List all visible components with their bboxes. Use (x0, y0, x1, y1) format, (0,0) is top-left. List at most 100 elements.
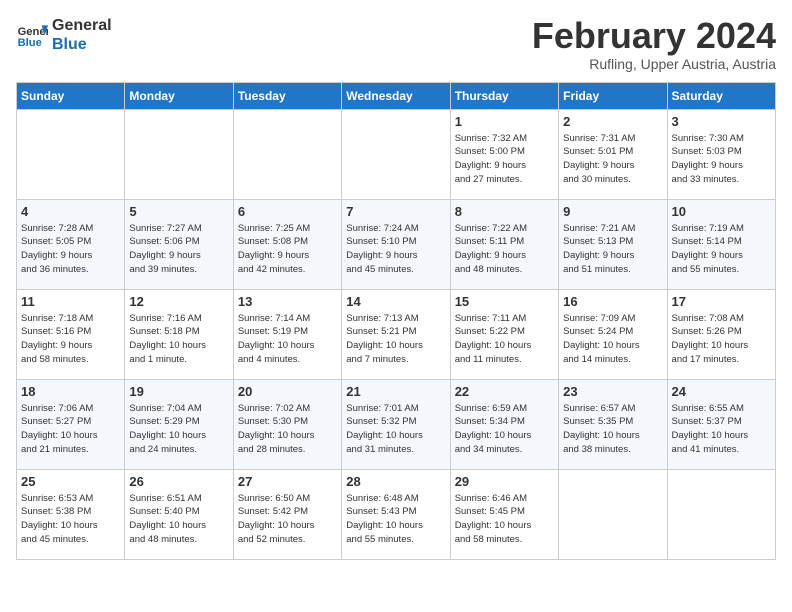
day-number: 18 (21, 384, 120, 399)
day-number: 29 (455, 474, 554, 489)
day-info: Sunrise: 7:11 AM Sunset: 5:22 PM Dayligh… (455, 312, 554, 367)
calendar-cell: 3 Sunrise: 7:30 AM Sunset: 5:03 PM Daylig… (667, 109, 775, 199)
calendar-cell: 17 Sunrise: 7:08 AM Sunset: 5:26 PM Dayli… (667, 289, 775, 379)
day-number: 17 (672, 294, 771, 309)
day-info: Sunrise: 7:02 AM Sunset: 5:30 PM Dayligh… (238, 402, 337, 457)
weekday-header-thursday: Thursday (450, 82, 558, 109)
day-info: Sunrise: 7:18 AM Sunset: 5:16 PM Dayligh… (21, 312, 120, 367)
day-info: Sunrise: 6:46 AM Sunset: 5:45 PM Dayligh… (455, 492, 554, 547)
week-row-3: 11 Sunrise: 7:18 AM Sunset: 5:16 PM Dayli… (17, 289, 776, 379)
day-number: 2 (563, 114, 662, 129)
day-number: 26 (129, 474, 228, 489)
weekday-header-row: SundayMondayTuesdayWednesdayThursdayFrid… (17, 82, 776, 109)
calendar-cell: 18 Sunrise: 7:06 AM Sunset: 5:27 PM Dayli… (17, 379, 125, 469)
week-row-2: 4 Sunrise: 7:28 AM Sunset: 5:05 PM Daylig… (17, 199, 776, 289)
calendar-cell: 15Sunrise: 7:11 AM Sunset: 5:22 PM Dayli… (450, 289, 558, 379)
calendar-cell (17, 109, 125, 199)
day-number: 19 (129, 384, 228, 399)
calendar-cell: 16Sunrise: 7:09 AM Sunset: 5:24 PM Dayli… (559, 289, 667, 379)
day-info: Sunrise: 7:22 AM Sunset: 5:11 PM Dayligh… (455, 222, 554, 277)
day-info: Sunrise: 7:13 AM Sunset: 5:21 PM Dayligh… (346, 312, 445, 367)
day-number: 23 (563, 384, 662, 399)
calendar-cell: 9 Sunrise: 7:21 AM Sunset: 5:13 PM Daylig… (559, 199, 667, 289)
day-number: 6 (238, 204, 337, 219)
weekday-header-sunday: Sunday (17, 82, 125, 109)
day-info: Sunrise: 7:21 AM Sunset: 5:13 PM Dayligh… (563, 222, 662, 277)
day-info: Sunrise: 7:08 AM Sunset: 5:26 PM Dayligh… (672, 312, 771, 367)
week-row-1: 1Sunrise: 7:32 AM Sunset: 5:00 PM Daylig… (17, 109, 776, 199)
page-header: General Blue General Blue February 2024 … (16, 16, 776, 72)
day-number: 9 (563, 204, 662, 219)
location-subtitle: Rufling, Upper Austria, Austria (532, 56, 776, 72)
calendar-cell: 20 Sunrise: 7:02 AM Sunset: 5:30 PM Dayli… (233, 379, 341, 469)
day-number: 28 (346, 474, 445, 489)
day-number: 5 (129, 204, 228, 219)
calendar-cell: 6 Sunrise: 7:25 AM Sunset: 5:08 PM Daylig… (233, 199, 341, 289)
day-info: Sunrise: 7:04 AM Sunset: 5:29 PM Dayligh… (129, 402, 228, 457)
day-info: Sunrise: 6:57 AM Sunset: 5:35 PM Dayligh… (563, 402, 662, 457)
calendar-cell: 29 Sunrise: 6:46 AM Sunset: 5:45 PM Dayli… (450, 469, 558, 559)
calendar-cell: 24Sunrise: 6:55 AM Sunset: 5:37 PM Dayli… (667, 379, 775, 469)
day-number: 20 (238, 384, 337, 399)
calendar-cell: 5Sunrise: 7:27 AM Sunset: 5:06 PM Daylig… (125, 199, 233, 289)
calendar-cell (667, 469, 775, 559)
calendar-cell (233, 109, 341, 199)
calendar-cell: 2 Sunrise: 7:31 AM Sunset: 5:01 PM Daylig… (559, 109, 667, 199)
calendar-cell: 25 Sunrise: 6:53 AM Sunset: 5:38 PM Dayli… (17, 469, 125, 559)
calendar-cell: 10Sunrise: 7:19 AM Sunset: 5:14 PM Dayli… (667, 199, 775, 289)
logo-icon: General Blue (16, 19, 48, 51)
day-number: 3 (672, 114, 771, 129)
logo-blue: Blue (52, 35, 112, 54)
day-info: Sunrise: 7:09 AM Sunset: 5:24 PM Dayligh… (563, 312, 662, 367)
logo-general: General (52, 16, 112, 35)
day-number: 12 (129, 294, 228, 309)
month-title: February 2024 (532, 16, 776, 56)
day-info: Sunrise: 7:14 AM Sunset: 5:19 PM Dayligh… (238, 312, 337, 367)
day-number: 27 (238, 474, 337, 489)
calendar-table: SundayMondayTuesdayWednesdayThursdayFrid… (16, 82, 776, 560)
day-info: Sunrise: 7:01 AM Sunset: 5:32 PM Dayligh… (346, 402, 445, 457)
calendar-cell: 4 Sunrise: 7:28 AM Sunset: 5:05 PM Daylig… (17, 199, 125, 289)
day-info: Sunrise: 7:30 AM Sunset: 5:03 PM Dayligh… (672, 132, 771, 187)
day-number: 4 (21, 204, 120, 219)
day-info: Sunrise: 7:16 AM Sunset: 5:18 PM Dayligh… (129, 312, 228, 367)
day-number: 14 (346, 294, 445, 309)
weekday-header-saturday: Saturday (667, 82, 775, 109)
calendar-cell: 28Sunrise: 6:48 AM Sunset: 5:43 PM Dayli… (342, 469, 450, 559)
day-number: 24 (672, 384, 771, 399)
day-number: 8 (455, 204, 554, 219)
day-info: Sunrise: 7:31 AM Sunset: 5:01 PM Dayligh… (563, 132, 662, 187)
day-info: Sunrise: 6:53 AM Sunset: 5:38 PM Dayligh… (21, 492, 120, 547)
day-info: Sunrise: 7:19 AM Sunset: 5:14 PM Dayligh… (672, 222, 771, 277)
weekday-header-monday: Monday (125, 82, 233, 109)
weekday-header-wednesday: Wednesday (342, 82, 450, 109)
calendar-cell: 22Sunrise: 6:59 AM Sunset: 5:34 PM Dayli… (450, 379, 558, 469)
weekday-header-tuesday: Tuesday (233, 82, 341, 109)
calendar-cell (342, 109, 450, 199)
day-number: 1 (455, 114, 554, 129)
calendar-cell: 1Sunrise: 7:32 AM Sunset: 5:00 PM Daylig… (450, 109, 558, 199)
calendar-cell: 12 Sunrise: 7:16 AM Sunset: 5:18 PM Dayli… (125, 289, 233, 379)
svg-text:Blue: Blue (18, 37, 42, 49)
calendar-cell (559, 469, 667, 559)
day-info: Sunrise: 7:28 AM Sunset: 5:05 PM Dayligh… (21, 222, 120, 277)
calendar-cell: 8 Sunrise: 7:22 AM Sunset: 5:11 PM Daylig… (450, 199, 558, 289)
day-number: 21 (346, 384, 445, 399)
logo: General Blue General Blue (16, 16, 112, 54)
day-info: Sunrise: 7:06 AM Sunset: 5:27 PM Dayligh… (21, 402, 120, 457)
calendar-cell (125, 109, 233, 199)
week-row-4: 18 Sunrise: 7:06 AM Sunset: 5:27 PM Dayli… (17, 379, 776, 469)
day-number: 25 (21, 474, 120, 489)
calendar-cell: 19 Sunrise: 7:04 AM Sunset: 5:29 PM Dayli… (125, 379, 233, 469)
calendar-cell: 21 Sunrise: 7:01 AM Sunset: 5:32 PM Dayli… (342, 379, 450, 469)
day-info: Sunrise: 6:59 AM Sunset: 5:34 PM Dayligh… (455, 402, 554, 457)
day-info: Sunrise: 7:24 AM Sunset: 5:10 PM Dayligh… (346, 222, 445, 277)
title-block: February 2024 Rufling, Upper Austria, Au… (532, 16, 776, 72)
day-info: Sunrise: 7:25 AM Sunset: 5:08 PM Dayligh… (238, 222, 337, 277)
calendar-cell: 23 Sunrise: 6:57 AM Sunset: 5:35 PM Dayli… (559, 379, 667, 469)
day-number: 11 (21, 294, 120, 309)
day-number: 7 (346, 204, 445, 219)
day-info: Sunrise: 6:51 AM Sunset: 5:40 PM Dayligh… (129, 492, 228, 547)
day-number: 13 (238, 294, 337, 309)
day-info: Sunrise: 6:50 AM Sunset: 5:42 PM Dayligh… (238, 492, 337, 547)
